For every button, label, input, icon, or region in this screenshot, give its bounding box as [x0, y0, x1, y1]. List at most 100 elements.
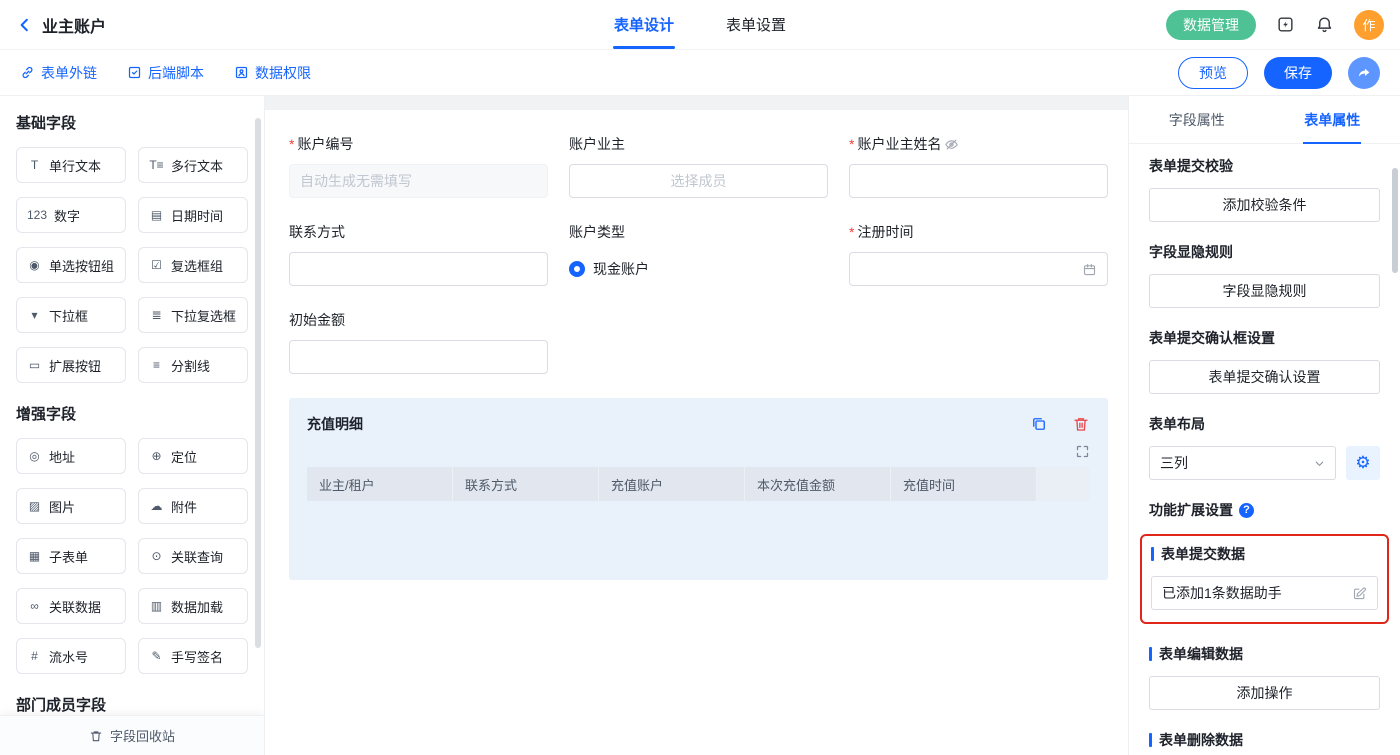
field-chip-subform[interactable]: ▦子表单 — [16, 538, 126, 574]
field-chip-data-load[interactable]: ▥数据加载 — [138, 588, 248, 624]
basic-fields-grid: T单行文本 T≡多行文本 123数字 ▤日期时间 ◉单选按钮组 ☑复选框组 ▾下… — [16, 147, 248, 383]
field-chip-signature[interactable]: ✎手写签名 — [138, 638, 248, 674]
field-chip-single-text[interactable]: T单行文本 — [16, 147, 126, 183]
field-chip-image[interactable]: ▨图片 — [16, 488, 126, 524]
subform-recharge-detail[interactable]: 充值明细 业主/租户 联系方式 充值账户 本次充值金额 — [289, 398, 1108, 580]
field-chip-dropdown[interactable]: ▾下拉框 — [16, 297, 126, 333]
contact-input[interactable] — [289, 252, 548, 286]
visibility-rules-button[interactable]: 字段显隐规则 — [1149, 274, 1380, 308]
form-external-link-button[interactable]: 表单外链 — [20, 63, 97, 83]
blue-bar-marker — [1149, 647, 1152, 661]
radio-selected-icon — [569, 261, 585, 277]
image-icon: ▨ — [27, 499, 42, 513]
field-owner-name[interactable]: * 账户业主姓名 — [849, 134, 1108, 198]
copy-icon[interactable] — [1030, 415, 1048, 433]
tool-link-label: 表单外链 — [41, 63, 97, 83]
tab-form-settings[interactable]: 表单设置 — [726, 0, 786, 49]
bell-icon[interactable] — [1315, 15, 1334, 34]
sidebar-scrollbar[interactable] — [255, 118, 261, 648]
account-no-input[interactable] — [289, 164, 548, 198]
edit-icon[interactable] — [1352, 586, 1367, 601]
field-chip-checkbox-group[interactable]: ☑复选框组 — [138, 247, 248, 283]
field-register-time[interactable]: *注册时间 — [849, 222, 1108, 286]
back-button[interactable] — [16, 16, 34, 34]
field-chip-number[interactable]: 123数字 — [16, 197, 126, 233]
delete-data-title: 表单删除数据 — [1159, 730, 1243, 750]
field-account-no[interactable]: *账户编号 — [289, 134, 548, 198]
field-account-owner[interactable]: 账户业主 — [569, 134, 828, 198]
edit-data-title: 表单编辑数据 — [1159, 644, 1243, 664]
form-canvas: *账户编号 账户业主 * 账户业主姓名 — [265, 96, 1128, 755]
tab-field-properties[interactable]: 字段属性 — [1129, 96, 1265, 143]
save-button[interactable]: 保存 — [1264, 57, 1332, 89]
field-chip-radio-group[interactable]: ◉单选按钮组 — [16, 247, 126, 283]
account-owner-input[interactable] — [569, 164, 828, 198]
field-label: 账户类型 — [569, 222, 625, 242]
register-time-input[interactable] — [849, 252, 1108, 286]
field-chip-label: 关联数据 — [49, 597, 101, 616]
radio-option-label: 现金账户 — [593, 259, 649, 279]
field-chip-label: 流水号 — [49, 647, 88, 666]
field-chip-serial-number[interactable]: #流水号 — [16, 638, 126, 674]
field-chip-extend-button[interactable]: ▭扩展按钮 — [16, 347, 126, 383]
field-label: 初始金额 — [289, 310, 345, 330]
chevron-down-icon — [1314, 458, 1325, 469]
relation-query-icon: ⊙ — [149, 549, 164, 563]
field-initial-amount[interactable]: 初始金额 — [289, 310, 548, 374]
layout-settings-button[interactable]: ⚙ — [1346, 446, 1380, 480]
confirm-dialog-button[interactable]: 表单提交确认设置 — [1149, 360, 1380, 394]
field-contact[interactable]: 联系方式 — [289, 222, 548, 286]
field-chip-label: 下拉复选框 — [171, 306, 236, 325]
add-validation-button[interactable]: 添加校验条件 — [1149, 188, 1380, 222]
field-chip-divider[interactable]: ≡分割线 — [138, 347, 248, 383]
submit-data-value[interactable]: 已添加1条数据助手 — [1151, 576, 1378, 610]
field-chip-label: 下拉框 — [49, 306, 88, 325]
address-icon: ◎ — [27, 449, 42, 463]
field-chip-datetime[interactable]: ▤日期时间 — [138, 197, 248, 233]
field-chip-address[interactable]: ◎地址 — [16, 438, 126, 474]
field-chip-attachment[interactable]: ☁ 附件 — [138, 488, 248, 524]
expand-icon[interactable] — [1075, 444, 1090, 459]
field-recycle-bin[interactable]: 字段回收站 — [0, 715, 264, 755]
initial-amount-input[interactable] — [289, 340, 548, 374]
share-button[interactable] — [1348, 57, 1380, 89]
location-icon: ⊕ — [149, 449, 164, 463]
data-manage-button[interactable]: 数据管理 — [1166, 10, 1256, 40]
avatar[interactable]: 作 — [1354, 10, 1384, 40]
field-label: 注册时间 — [857, 222, 913, 242]
subform-title: 充值明细 — [307, 414, 363, 434]
enhanced-fields-grid: ◎地址 ⊕定位 ▨图片 ☁ 附件 ▦子表单 ⊙关联查询 ∞ 关联数据 ▥数据加载 #… — [16, 438, 248, 674]
edit-data-add-button[interactable]: 添加操作 — [1149, 676, 1380, 710]
data-permission-button[interactable]: 数据权限 — [234, 63, 311, 83]
cash-account-radio[interactable]: 现金账户 — [569, 252, 828, 286]
field-chip-dropdown-multi[interactable]: ≣下拉复选框 — [138, 297, 248, 333]
owner-name-input[interactable] — [849, 164, 1108, 198]
required-mark: * — [849, 136, 854, 152]
field-label: 账户业主姓名 — [857, 134, 941, 154]
extensions-title: 功能扩展设置 — [1149, 500, 1233, 520]
delete-icon[interactable] — [1072, 415, 1090, 433]
relation-data-icon: ∞ — [27, 599, 42, 613]
heading-submit-validation: 表单提交校验 — [1149, 156, 1380, 176]
field-chip-relation-data[interactable]: ∞ 关联数据 — [16, 588, 126, 624]
app-window-icon[interactable] — [1276, 15, 1295, 34]
subform-icon: ▦ — [27, 549, 42, 563]
permission-icon — [234, 65, 249, 80]
backend-script-button[interactable]: 后端脚本 — [127, 63, 204, 83]
field-chip-label: 数据加载 — [171, 597, 223, 616]
field-chip-label: 附件 — [171, 497, 197, 516]
heading-visibility-rules: 字段显隐规则 — [1149, 242, 1380, 262]
field-account-type[interactable]: 账户类型 现金账户 — [569, 222, 828, 286]
heading-edit-data: 表单编辑数据 — [1149, 644, 1380, 664]
help-icon[interactable]: ? — [1239, 503, 1254, 518]
preview-button[interactable]: 预览 — [1178, 57, 1248, 89]
panel-scrollbar[interactable] — [1392, 168, 1398, 273]
tab-form-properties[interactable]: 表单属性 — [1265, 96, 1400, 143]
layout-select[interactable]: 三列 — [1149, 446, 1336, 480]
tab-form-design[interactable]: 表单设计 — [614, 0, 674, 49]
attachment-icon: ☁ — [149, 499, 164, 513]
checkbox-group-icon: ☑ — [149, 258, 164, 272]
field-chip-location[interactable]: ⊕定位 — [138, 438, 248, 474]
field-chip-relation-query[interactable]: ⊙关联查询 — [138, 538, 248, 574]
field-chip-multi-text[interactable]: T≡多行文本 — [138, 147, 248, 183]
